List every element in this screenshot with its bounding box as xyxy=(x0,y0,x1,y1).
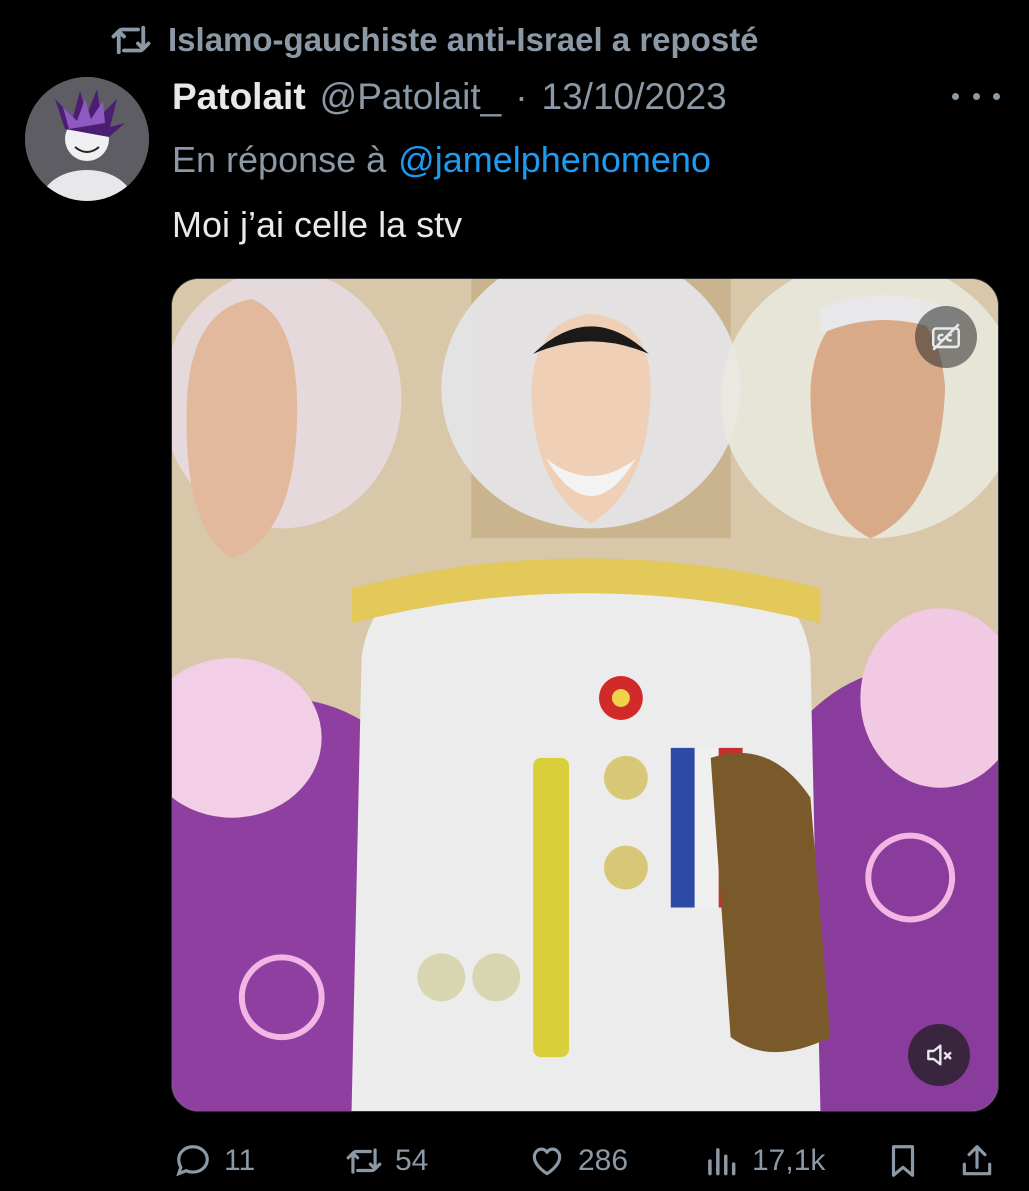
views-button[interactable]: 17,1k xyxy=(702,1135,825,1187)
tweet-actions: 11 54 286 17,1k xyxy=(0,1135,1029,1187)
tweet-text: Moi j’ai celle la stv xyxy=(172,204,463,245)
bookmark-button[interactable] xyxy=(884,1135,922,1187)
views-chart-icon xyxy=(708,1148,736,1176)
heart-icon xyxy=(532,1147,562,1176)
repost-button[interactable]: 54 xyxy=(345,1135,428,1187)
repost-count: 54 xyxy=(395,1144,429,1177)
reply-button[interactable]: 11 xyxy=(174,1135,255,1187)
share-button[interactable] xyxy=(958,1135,996,1187)
reply-icon xyxy=(176,1145,209,1177)
user-handle[interactable]: @Patolait_ xyxy=(320,76,502,118)
bookmark-icon xyxy=(891,1145,915,1177)
repost-icon xyxy=(111,25,151,55)
reply-count: 11 xyxy=(224,1144,256,1177)
tweet-header: Patolait @Patolait_ · 13/10/2023 xyxy=(172,72,727,122)
like-count: 286 xyxy=(578,1144,629,1177)
video-frame-illustration xyxy=(172,279,998,1111)
tweet-date[interactable]: 13/10/2023 xyxy=(542,76,727,118)
avatar[interactable] xyxy=(25,77,149,201)
mute-toggle-icon[interactable] xyxy=(908,1024,970,1086)
tweet-video[interactable] xyxy=(171,278,999,1112)
repost-indicator[interactable]: Islamo-gauchiste anti-Israel a reposté xyxy=(110,18,759,62)
repost-icon xyxy=(346,1148,382,1174)
repost-label: Islamo-gauchiste anti-Israel a reposté xyxy=(168,21,759,58)
more-options-icon[interactable] xyxy=(952,78,1000,114)
share-icon xyxy=(962,1145,992,1176)
reply-mention-link[interactable]: @jamelphenomeno xyxy=(398,139,711,181)
captions-off-icon[interactable] xyxy=(915,306,977,368)
separator-dot: · xyxy=(515,76,528,117)
like-button[interactable]: 286 xyxy=(528,1135,628,1187)
reply-context: En réponse à @jamelphenomeno xyxy=(172,135,711,185)
reply-prefix: En réponse à xyxy=(172,139,387,180)
view-count: 17,1k xyxy=(752,1144,826,1177)
display-name[interactable]: Patolait xyxy=(172,76,306,118)
